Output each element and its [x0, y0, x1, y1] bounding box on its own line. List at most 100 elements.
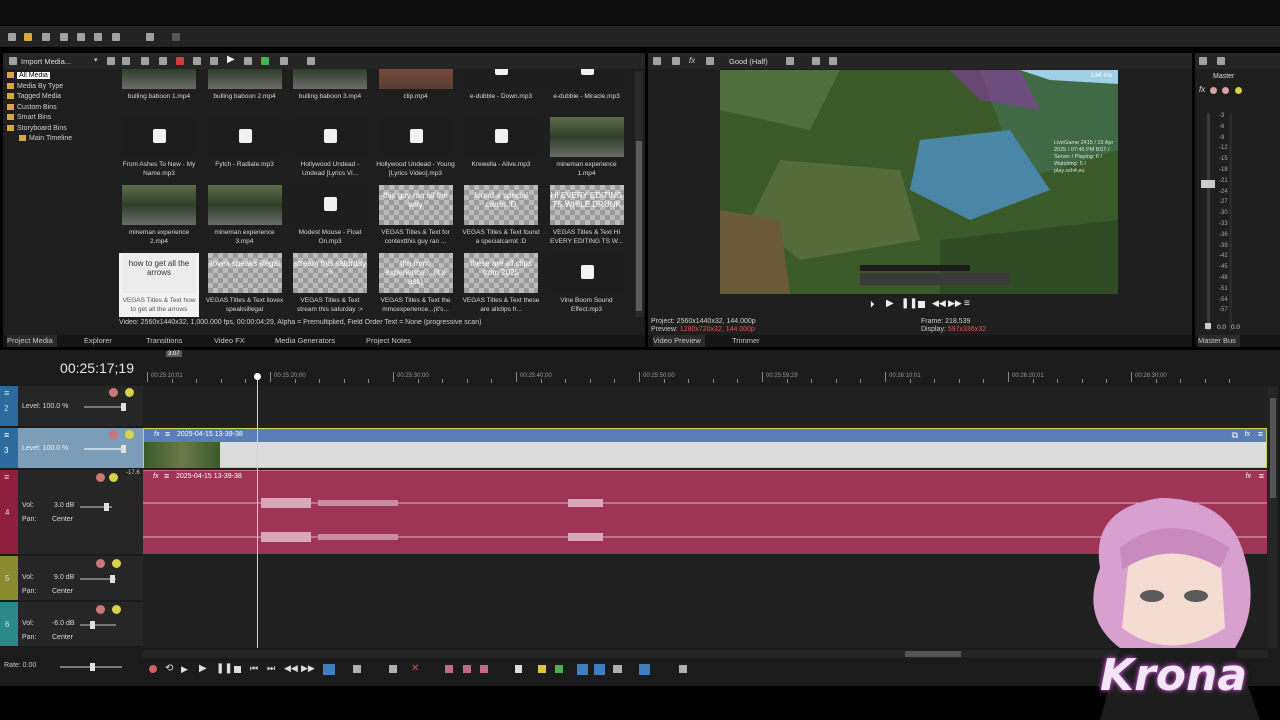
auto-ripple-icon[interactable]: [594, 664, 605, 675]
tree-item-storyboard-bins[interactable]: Storyboard Bins: [7, 124, 117, 135]
region-marker[interactable]: 3:07: [166, 351, 182, 357]
media-thumb[interactable]: Hollywood Undead - Undead [Lyrics Vi...: [290, 117, 370, 181]
playhead-handle[interactable]: [254, 373, 261, 380]
split-icon[interactable]: [480, 665, 488, 673]
tree-item-smart-bins[interactable]: Smart Bins: [7, 113, 117, 124]
media-thumb[interactable]: mineman experience 3.mp4: [205, 185, 285, 249]
mute-icon[interactable]: [96, 605, 105, 614]
go-start-icon[interactable]: ⏮: [250, 663, 258, 674]
prev-frame-icon[interactable]: ◀◀: [284, 663, 298, 674]
chevron-down-icon[interactable]: ▾: [94, 56, 98, 64]
loop-icon[interactable]: ⟲: [165, 663, 173, 674]
media-thumb[interactable]: Fytch - Radiate.mp3: [205, 117, 285, 181]
region-icon[interactable]: [555, 665, 563, 673]
autoplay-icon[interactable]: [261, 57, 269, 65]
level-slider[interactable]: [84, 445, 126, 453]
menu-icon[interactable]: ≡: [964, 298, 970, 309]
effects-icon[interactable]: [210, 57, 218, 65]
event-menu-icon[interactable]: ≡: [164, 471, 169, 481]
normal-edit-tool-icon[interactable]: [323, 664, 335, 675]
play-icon[interactable]: ▶: [199, 663, 207, 674]
open-icon[interactable]: [24, 33, 32, 41]
automation-icon[interactable]: [1222, 87, 1229, 94]
media-thumb[interactable]: Krewella - Alive.mp3: [461, 117, 541, 181]
mute-icon[interactable]: [96, 559, 105, 568]
grid-icon[interactable]: [280, 57, 288, 65]
level-slider[interactable]: [84, 403, 126, 411]
tree-item-all-media[interactable]: All Media: [7, 71, 117, 82]
tree-item-custom-bins[interactable]: Custom Bins: [7, 103, 117, 114]
track-header-5[interactable]: 5 Vol: 9.0 dB Pan: Center: [0, 556, 143, 600]
volume-slider[interactable]: [80, 575, 116, 583]
delete-icon[interactable]: ✕: [411, 663, 419, 674]
event-menu-icon[interactable]: ≡: [165, 429, 170, 439]
media-scrollbar[interactable]: [635, 71, 643, 317]
rate-slider[interactable]: [60, 663, 122, 671]
media-thumb[interactable]: bulling baboon 1.mp4: [119, 69, 199, 113]
fx-icon[interactable]: fx: [153, 473, 158, 480]
fx-icon[interactable]: fx: [1199, 85, 1205, 94]
event-menu-icon[interactable]: ≡: [1259, 471, 1264, 481]
media-thumb[interactable]: mineman experience 1.mp4: [547, 117, 627, 181]
delete-icon[interactable]: [176, 57, 184, 65]
mute-icon[interactable]: [109, 430, 118, 439]
track-menu-icon[interactable]: ≡: [4, 472, 9, 482]
tree-item-media-by-type[interactable]: Media By Type: [7, 82, 117, 93]
gear-icon[interactable]: [653, 57, 661, 65]
media-thumb[interactable]: these are all clips from 2025 VEGAS Title…: [461, 253, 541, 317]
mute-icon[interactable]: [109, 388, 118, 397]
media-thumb[interactable]: From Ashes To New - My Name.mp3: [119, 117, 199, 181]
tab-media-generators[interactable]: Media Generators: [275, 335, 335, 347]
next-frame-icon[interactable]: ▶▶: [948, 298, 962, 309]
tree-item-main-timeline[interactable]: Main Timeline: [7, 134, 117, 145]
cut-icon[interactable]: [94, 33, 102, 41]
media-thumb[interactable]: ilovex speaks illegal VEGAS Titles & Text…: [205, 253, 285, 317]
track-menu-icon[interactable]: ≡: [4, 388, 9, 398]
render-icon[interactable]: [60, 33, 68, 41]
play-icon[interactable]: ▶: [227, 54, 235, 65]
tab-project-media[interactable]: Project Media: [7, 335, 57, 347]
tab-project-notes[interactable]: Project Notes: [366, 335, 411, 347]
split-icon[interactable]: [706, 57, 714, 65]
mute-icon[interactable]: [96, 473, 105, 482]
media-thumb[interactable]: bulling baboon 2.mp4: [205, 69, 285, 113]
tree-item-tagged-media[interactable]: Tagged Media: [7, 92, 117, 103]
record-icon[interactable]: [149, 665, 157, 673]
track-header-6[interactable]: 6 Vol: -6.0 dB Pan: Center: [0, 602, 143, 646]
pause-icon[interactable]: ❚❚: [216, 663, 233, 674]
overlays-icon[interactable]: [786, 57, 794, 65]
tab-video-preview[interactable]: Video Preview: [653, 335, 705, 347]
redo-icon[interactable]: [172, 33, 180, 41]
event-menu-icon[interactable]: ≡: [1258, 429, 1263, 439]
media-thumb[interactable]: this guy ran all the way VEGAS Titles & T…: [376, 185, 456, 249]
tab-video-fx[interactable]: Video FX: [214, 335, 245, 347]
solo-icon[interactable]: [112, 605, 121, 614]
solo-icon[interactable]: [125, 388, 134, 397]
tab-explorer[interactable]: Explorer: [84, 335, 112, 347]
fx-icon[interactable]: fx: [689, 56, 695, 65]
volume-slider[interactable]: [80, 503, 112, 511]
track-header-2[interactable]: ≡ 2 Level: 100.0 %: [0, 386, 143, 426]
prev-frame-icon[interactable]: ◀◀: [932, 298, 946, 309]
capture-icon[interactable]: [122, 57, 130, 65]
bypass-icon[interactable]: [1235, 87, 1242, 94]
play-from-start-icon[interactable]: ▶: [181, 664, 188, 675]
save-snapshot-icon[interactable]: [829, 57, 837, 65]
pause-icon[interactable]: ❚❚: [901, 298, 918, 309]
media-thumb-selected[interactable]: how to get all the arrows VEGAS Titles & …: [119, 253, 199, 317]
media-thumb[interactable]: Modest Mouse - Float On.mp3: [290, 185, 370, 249]
crossfade-icon[interactable]: [613, 665, 622, 673]
tab-master-bus[interactable]: Master Bus: [1198, 335, 1240, 347]
copy-snapshot-icon[interactable]: [812, 57, 820, 65]
solo-icon[interactable]: [112, 559, 121, 568]
effect-icon[interactable]: [1210, 87, 1217, 94]
media-thumb[interactable]: clip.mp4: [376, 69, 456, 113]
snapping-icon[interactable]: [577, 664, 588, 675]
media-thumb[interactable]: Hollywood Undead - Young [Lyrics Video].…: [376, 117, 456, 181]
tab-trimmer[interactable]: Trimmer: [732, 335, 760, 347]
view-icon[interactable]: [107, 57, 115, 65]
zoom-icon[interactable]: [307, 57, 315, 65]
preview-quality-dropdown[interactable]: Good (Half): [729, 57, 768, 66]
zoom-tool-icon[interactable]: [389, 665, 397, 673]
save-icon[interactable]: [42, 33, 50, 41]
